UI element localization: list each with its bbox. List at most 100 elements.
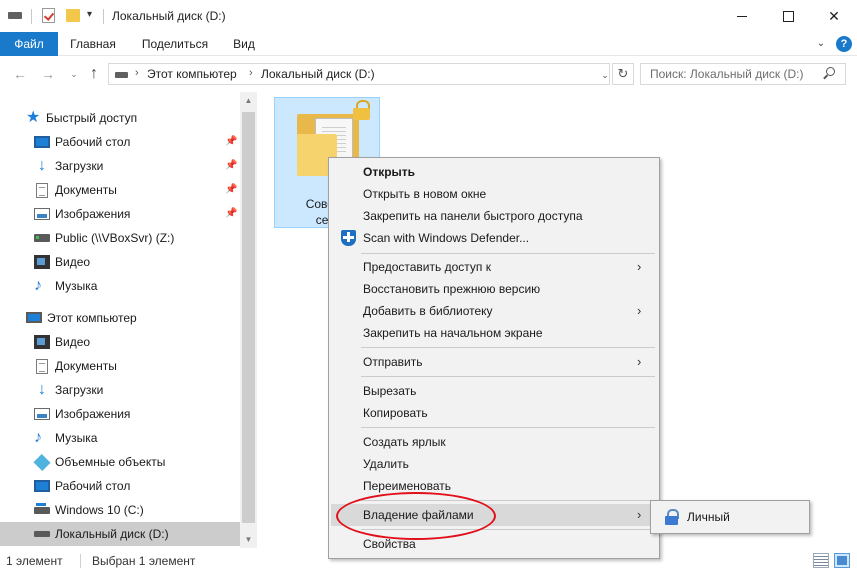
menu-item-properties[interactable]: Свойства [331,533,657,555]
pin-icon[interactable]: 📌 [225,136,237,148]
details-view-icon[interactable] [813,553,829,568]
menu-item-scan-defender[interactable]: Scan with Windows Defender... [331,227,657,249]
sidebar-item-documents[interactable]: Документы 📌 [0,178,240,202]
sidebar-item-label: Загрузки [55,159,104,173]
menu-separator [361,500,655,501]
submenu-item-personal[interactable]: Личный [687,510,730,524]
tab-share[interactable]: Поделиться [130,32,220,56]
recent-locations-button[interactable]: ⌄ [64,64,84,84]
breadcrumb-this-pc[interactable]: Этот компьютер [147,67,237,81]
pin-icon[interactable]: 📌 [225,160,237,172]
sidebar-item-pc-desktop[interactable]: Рабочий стол [0,474,240,498]
refresh-button[interactable]: ↻ [612,63,634,85]
sidebar-item-label: Видео [55,255,91,269]
expand-ribbon-icon[interactable]: ⌄ [813,36,829,52]
search-placeholder: Поиск: Локальный диск (D:) [650,67,804,81]
minimize-button[interactable] [719,0,765,32]
sidebar-item-video[interactable]: Видео [0,250,240,274]
sidebar-item-pc-downloads[interactable]: ↓ Загрузки [0,378,240,402]
sidebar-item-label: Быстрый доступ [46,111,138,125]
ribbon: Файл Главная Поделиться Вид ⌄ ? [0,32,857,56]
menu-item-cut[interactable]: Вырезать [331,380,657,402]
drive-icon[interactable] [8,12,22,19]
customize-quick-access-icon[interactable]: ▾ [87,9,97,25]
sidebar-item-label: Локальный диск (D:) [55,527,169,541]
back-button[interactable]: ← [10,64,30,84]
menu-item-restore-version[interactable]: Восстановить прежнюю версию [331,278,657,300]
sidebar-item-desktop[interactable]: Рабочий стол 📌 [0,130,240,154]
menu-item-copy[interactable]: Копировать [331,402,657,424]
sidebar-item-quick-access[interactable]: ★ Быстрый доступ [0,106,240,130]
scroll-up-icon[interactable]: ▲ [240,92,257,109]
tab-home[interactable]: Главная [60,32,126,56]
sidebar-item-label: Видео [55,335,91,349]
video-icon [34,255,50,269]
chevron-right-icon: › [637,303,642,318]
sidebar-item-music[interactable]: ♪ Музыка [0,274,240,298]
new-folder-icon[interactable] [66,9,80,22]
search-input[interactable]: Поиск: Локальный диск (D:) [640,63,846,85]
breadcrumb-local-disk[interactable]: Локальный диск (D:) [261,67,375,81]
windows-drive-icon [34,503,50,514]
sidebar-item-pc-video[interactable]: Видео [0,330,240,354]
menu-item-open[interactable]: Открыть [331,161,657,183]
music-icon: ♪ [34,429,42,446]
pin-icon[interactable]: 📌 [225,208,237,220]
help-icon[interactable]: ? [836,36,852,52]
sidebar-item-drive-c[interactable]: Windows 10 (C:) [0,498,240,522]
maximize-button[interactable] [765,0,811,32]
menu-item-create-shortcut[interactable]: Создать ярлык [331,431,657,453]
breadcrumb-separator[interactable]: › [135,67,139,79]
menu-item-give-access[interactable]: Предоставить доступ к › [331,256,657,278]
search-icon[interactable] [823,67,835,79]
menu-item-open-new-window[interactable]: Открыть в новом окне [331,183,657,205]
breadcrumb-separator[interactable]: › [249,67,253,79]
sidebar-item-network-drive[interactable]: Public (\\VBoxSvr) (Z:) [0,226,240,250]
large-icons-view-icon[interactable] [834,553,850,568]
shield-icon [341,230,356,246]
sidebar-scrollbar[interactable]: ▲ ▼ [240,92,257,548]
tab-file[interactable]: Файл [0,32,58,56]
sidebar-item-label: Документы [55,183,117,197]
menu-separator [361,347,655,348]
menu-item-pin-quick-access[interactable]: Закрепить на панели быстрого доступа [331,205,657,227]
sidebar-item-pc-music[interactable]: ♪ Музыка [0,426,240,450]
sidebar-item-pc-documents[interactable]: Документы [0,354,240,378]
close-button[interactable]: ✕ [811,0,857,32]
sidebar-item-downloads[interactable]: ↓ Загрузки 📌 [0,154,240,178]
tab-view[interactable]: Вид [224,32,264,56]
navigation-pane: ★ Быстрый доступ Рабочий стол 📌 ↓ Загруз… [0,92,240,548]
unlock-icon [665,509,679,525]
sidebar-item-drive-d[interactable]: Локальный диск (D:) [0,522,240,546]
pin-icon[interactable]: 📌 [225,184,237,196]
divider [31,9,32,24]
menu-separator [361,253,655,254]
video-icon [34,335,50,349]
sidebar-item-3d-objects[interactable]: Объемные объекты [0,450,240,474]
menu-separator [361,427,655,428]
sidebar-item-label: Рабочий стол [55,479,131,493]
sidebar-item-images[interactable]: Изображения 📌 [0,202,240,226]
window-title: Локальный диск (D:) [112,9,226,23]
selection-count: Выбран 1 элемент [92,554,196,568]
menu-item-delete[interactable]: Удалить [331,453,657,475]
address-dropdown-icon[interactable]: ⌄ [598,67,612,83]
forward-button[interactable]: → [38,64,58,84]
sidebar-item-label: Объемные объекты [55,455,166,469]
properties-icon[interactable] [42,8,55,23]
up-button[interactable]: ↑ [84,64,104,84]
address-bar[interactable]: › Этот компьютер › Локальный диск (D:) [108,63,610,85]
menu-item-file-ownership[interactable]: Владение файлами › [331,504,657,526]
scroll-down-icon[interactable]: ▼ [240,531,257,548]
images-icon [34,208,50,220]
menu-item-pin-start[interactable]: Закрепить на начальном экране [331,322,657,344]
chevron-right-icon: › [637,507,642,522]
menu-item-send-to[interactable]: Отправить › [331,351,657,373]
sidebar-item-pc-images[interactable]: Изображения [0,402,240,426]
scroll-thumb[interactable] [242,112,255,523]
menu-item-rename[interactable]: Переименовать [331,475,657,497]
sidebar-item-this-pc[interactable]: Этот компьютер [0,306,240,330]
sidebar-item-label: Рабочий стол [55,135,131,149]
desktop-icon [34,480,50,492]
menu-item-add-library[interactable]: Добавить в библиотеку › [331,300,657,322]
